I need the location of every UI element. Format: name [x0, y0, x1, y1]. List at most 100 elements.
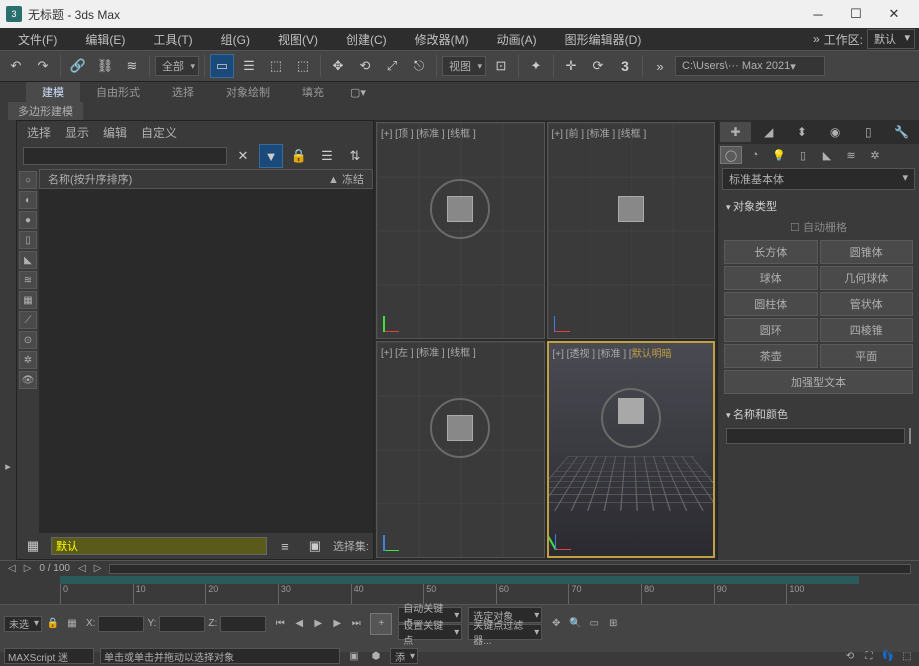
next-key-icon[interactable]: ▷: [94, 563, 102, 574]
scene-tab-display[interactable]: 显示: [65, 124, 89, 141]
cat-helpers-icon[interactable]: ◣: [816, 146, 838, 164]
tab-freeform[interactable]: 自由形式: [80, 82, 156, 102]
filter-groups-icon[interactable]: ▦: [19, 291, 37, 309]
geometry-type-dropdown[interactable]: 标准基本体▾: [722, 168, 915, 190]
maximize-button[interactable]: ☐: [837, 0, 875, 28]
cat-shapes-icon[interactable]: ◔: [744, 146, 766, 164]
btn-geosphere[interactable]: 几何球体: [820, 266, 914, 290]
filter-shapes-icon[interactable]: ◐: [19, 191, 37, 209]
scene-search-input[interactable]: [23, 147, 227, 165]
maxscript-listener[interactable]: MAXScript 迷: [4, 648, 94, 664]
filter-frozen-icon[interactable]: ✲: [19, 351, 37, 369]
x-input[interactable]: [98, 616, 144, 632]
cat-spacewarps-icon[interactable]: ≋: [840, 146, 862, 164]
object-color-swatch[interactable]: [909, 428, 911, 444]
filter-bone-icon[interactable]: ⟋: [19, 311, 37, 329]
select-object-button[interactable]: ▭: [210, 54, 234, 78]
viewport-front-label[interactable]: [+] [前 ] [标准 ] [线框 ]: [552, 125, 647, 140]
btn-cone[interactable]: 圆锥体: [820, 240, 914, 264]
select-rotate-button[interactable]: ⟲: [353, 54, 377, 78]
filter-lights-icon[interactable]: ●: [19, 211, 37, 229]
hierarchy-tab[interactable]: ⬍: [786, 122, 817, 142]
scene-list-header[interactable]: 名称(按升序排序) ▲ 冻结: [39, 169, 373, 189]
menu-animation[interactable]: 动画(A): [483, 28, 551, 50]
ribbon-collapse-icon[interactable]: ▢▾: [340, 82, 376, 102]
menu-file[interactable]: 文件(F): [4, 28, 71, 50]
filter-hidden-icon[interactable]: 👁: [19, 371, 37, 389]
modify-tab[interactable]: ◢: [753, 122, 784, 142]
nav-maximize-icon[interactable]: ⛶: [861, 648, 877, 664]
isolate-toggle-icon[interactable]: ▣: [346, 648, 362, 664]
keyfilter-button[interactable]: 关键点过滤器...: [468, 624, 542, 640]
z-input[interactable]: [220, 616, 266, 632]
viewport-perspective[interactable]: [+] [透视 ] [标准 ] [默认明暗: [547, 341, 716, 558]
next-frame-icon[interactable]: ▷: [24, 563, 32, 574]
manipulate-button[interactable]: ✦: [524, 54, 548, 78]
prev-frame-icon[interactable]: ◁: [8, 563, 16, 574]
scene-tab-edit[interactable]: 编辑: [103, 124, 127, 141]
scene-tab-select[interactable]: 选择: [27, 124, 51, 141]
tab-selection[interactable]: 选择: [156, 82, 210, 102]
time-ruler[interactable]: 0 10 20 30 40 50 60 70 80 90 100: [0, 584, 919, 604]
view-mode-icon[interactable]: ☰: [315, 144, 339, 168]
select-scale-button[interactable]: ⤢: [380, 54, 404, 78]
percent-snap-button[interactable]: 3: [613, 54, 637, 78]
pivot-center-button[interactable]: ⊡: [489, 54, 513, 78]
select-move-button[interactable]: ✥: [326, 54, 350, 78]
tab-populate[interactable]: 填充: [286, 82, 340, 102]
viewport-left[interactable]: [+] [左 ] [标准 ] [线框 ]: [376, 341, 545, 558]
utilities-tab[interactable]: 🔧: [886, 122, 917, 142]
time-slider[interactable]: ◁ ▷ 0 / 100 ◁ ▷: [0, 560, 919, 576]
layer-view-icon[interactable]: ▦: [21, 534, 45, 558]
minimize-button[interactable]: ─: [799, 0, 837, 28]
scene-list[interactable]: [39, 189, 373, 533]
tab-modeling[interactable]: 建模: [26, 82, 80, 102]
tab-object-paint[interactable]: 对象绘制: [210, 82, 286, 102]
cat-geometry-icon[interactable]: ◯: [720, 146, 742, 164]
more-menus-icon[interactable]: »: [813, 32, 820, 46]
viewport-front[interactable]: [+] [前 ] [标准 ] [线框 ]: [547, 122, 716, 339]
nav-pan-icon[interactable]: ✥: [548, 616, 564, 632]
redo-button[interactable]: ↷: [31, 54, 55, 78]
filter-cameras-icon[interactable]: ▯: [19, 231, 37, 249]
lock-icon[interactable]: 🔒: [287, 144, 311, 168]
ref-coord-dropdown[interactable]: 视图: [442, 56, 486, 76]
selection-set-dropdown[interactable]: 默认: [51, 537, 267, 555]
scene-tab-custom[interactable]: 自定义: [141, 124, 177, 141]
btn-sphere[interactable]: 球体: [724, 266, 818, 290]
prev-frame-btn[interactable]: ◀: [291, 616, 307, 632]
nav-fov-icon[interactable]: ▭: [586, 616, 602, 632]
viewport-top[interactable]: [+] [顶 ] [标准 ] [线框 ]: [376, 122, 545, 339]
clear-search-icon[interactable]: ✕: [231, 144, 255, 168]
lock-selection-icon[interactable]: 🔒: [45, 616, 61, 632]
rollout-name-color[interactable]: 名称和颜色: [722, 404, 915, 424]
setkey-button[interactable]: 设置关键点: [398, 624, 462, 640]
select-place-button[interactable]: ⎋: [407, 54, 431, 78]
cat-cameras-icon[interactable]: ▯: [792, 146, 814, 164]
rollout-object-type[interactable]: 对象类型: [722, 196, 915, 216]
set-key-big-button[interactable]: +: [370, 613, 392, 635]
link-button[interactable]: 🔗: [66, 54, 90, 78]
layer-icon[interactable]: ≡: [273, 534, 297, 558]
time-track[interactable]: [109, 564, 911, 574]
display-tab[interactable]: ▯: [853, 122, 884, 142]
trackbar-curve[interactable]: [60, 576, 859, 584]
window-crossing-button[interactable]: ⬚: [291, 54, 315, 78]
btn-pyramid[interactable]: 四棱锥: [820, 318, 914, 342]
abs-rel-icon[interactable]: ▦: [64, 616, 80, 632]
menu-create[interactable]: 创建(C): [332, 28, 401, 50]
nav-zoom-region-icon[interactable]: ⬚: [899, 648, 915, 664]
sort-icon[interactable]: ⇅: [343, 144, 367, 168]
filter-xref-icon[interactable]: ⊙: [19, 331, 37, 349]
goto-end-icon[interactable]: ⏭: [348, 616, 364, 632]
nav-orbit-icon[interactable]: ⟲: [842, 648, 858, 664]
isolate-icon[interactable]: ▣: [303, 534, 327, 558]
autogrid-checkbox[interactable]: ☐ 自动栅格: [722, 216, 915, 238]
object-name-input[interactable]: [726, 428, 905, 444]
btn-box[interactable]: 长方体: [724, 240, 818, 264]
snap-toggle-button[interactable]: ✛: [559, 54, 583, 78]
btn-torus[interactable]: 圆环: [724, 318, 818, 342]
bind-spacewarp-button[interactable]: ≋: [120, 54, 144, 78]
goto-start-icon[interactable]: ⏮: [272, 616, 288, 632]
menu-group[interactable]: 组(G): [207, 28, 264, 50]
